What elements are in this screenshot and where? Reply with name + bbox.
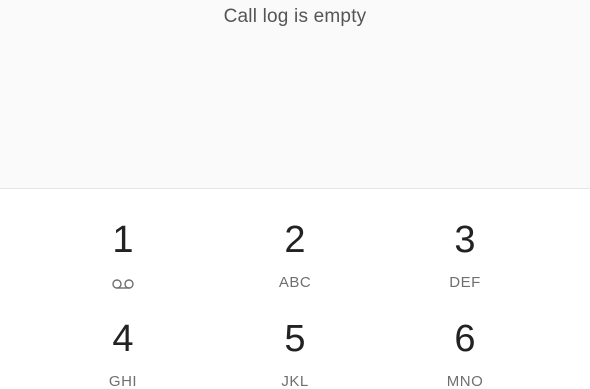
- key-1[interactable]: 1: [63, 189, 183, 289]
- dial-keypad: 1 2 ABC 3 DEF 4 GHI 5 JKL 6 MNO: [0, 189, 590, 389]
- key-digit: 6: [454, 318, 476, 360]
- key-digit: 5: [284, 318, 306, 360]
- key-letters: GHI: [108, 373, 138, 389]
- empty-call-log-message: Call log is empty: [223, 6, 367, 27]
- call-log-panel: Call log is empty: [0, 0, 590, 189]
- key-letters: JKL: [281, 373, 309, 389]
- key-6[interactable]: 6 MNO: [405, 288, 525, 389]
- key-2[interactable]: 2 ABC: [235, 189, 355, 290]
- key-digit: 3: [454, 219, 476, 261]
- key-digit: 1: [112, 219, 134, 261]
- key-digit: 2: [284, 219, 306, 261]
- key-5[interactable]: 5 JKL: [235, 288, 355, 389]
- dialer-screen: Call log is empty 1 2 ABC 3 DEF 4 GHI 5 …: [0, 0, 590, 389]
- key-3[interactable]: 3 DEF: [405, 189, 525, 290]
- key-letters: MNO: [446, 373, 484, 389]
- key-4[interactable]: 4 GHI: [63, 288, 183, 389]
- key-digit: 4: [112, 318, 134, 360]
